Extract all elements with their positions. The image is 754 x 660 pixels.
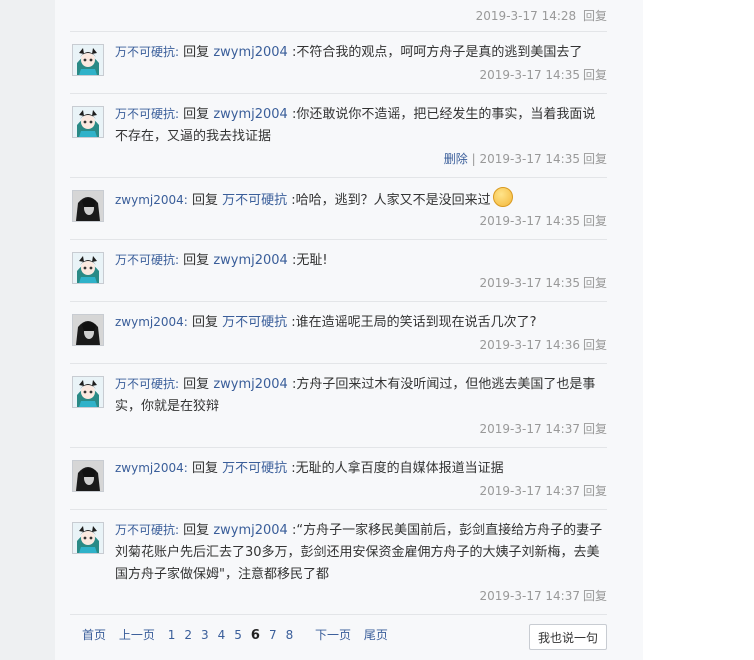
comment-item: 万不可硬抗: 回复 zwymj2004 :你还敢说你不造谣，把已经发生的事实，当…	[70, 94, 607, 178]
comment-username[interactable]: 万不可硬抗:	[115, 523, 179, 537]
reply-verb: 回复	[187, 461, 223, 476]
comment-time: 2019-3-17 14:28	[475, 9, 577, 23]
post-comment-button[interactable]: 我也说一句	[529, 624, 607, 650]
pagination: 首页 上一页 12345678 下一页 尾页	[82, 626, 397, 643]
comment-meta: 2019-3-17 14:35 回复	[70, 66, 607, 84]
page-number-link[interactable]: 1	[168, 628, 176, 642]
meta-separator: |	[467, 152, 480, 166]
comment-meta: 2019-3-17 14:35 回复	[70, 274, 607, 292]
delete-link[interactable]: 删除	[444, 152, 468, 166]
page-next-link[interactable]: 下一页	[315, 628, 351, 642]
comment-text: :哈哈，逃到？人家又不是没回来过	[287, 193, 491, 208]
reply-link[interactable]: 回复	[583, 422, 607, 436]
reply-verb: 回复	[179, 45, 214, 60]
reply-link[interactable]: 回复	[583, 68, 607, 82]
reply-target-username[interactable]: 万不可硬抗	[222, 315, 287, 330]
page-last-link[interactable]: 尾页	[364, 628, 388, 642]
comment-text: :无耻!	[287, 253, 328, 268]
reply-target-username[interactable]: zwymj2004	[213, 377, 288, 392]
comment-item: 万不可硬抗: 回复 zwymj2004 :不符合我的观点，呵呵方舟子是真的逃到美…	[70, 32, 607, 94]
comment-time: 2019-3-17 14:37	[479, 589, 580, 603]
comment-item: 万不可硬抗: 回复 zwymj2004 :“方舟子一家移民美国前后，彭剑直接给方…	[70, 510, 607, 615]
comment-time: 2019-3-17 14:37	[479, 422, 580, 436]
comment-username[interactable]: 万不可硬抗:	[115, 377, 179, 391]
reply-link[interactable]: 回复	[583, 276, 607, 290]
page-prev-link[interactable]: 上一页	[119, 628, 155, 642]
page-number-link[interactable]: 7	[269, 628, 277, 642]
reply-verb: 回复	[179, 523, 214, 538]
comment-meta: 2019-3-17 14:35 回复	[70, 212, 607, 230]
comment-time: 2019-3-17 14:35	[479, 68, 580, 82]
user-avatar-anime[interactable]	[72, 522, 104, 554]
reply-target-username[interactable]: zwymj2004	[213, 45, 288, 60]
comment-item: 万不可硬抗: 回复 zwymj2004 :方舟子回来过木有没听闻过，但他逃去美国…	[70, 364, 607, 448]
reply-link[interactable]: 回复	[583, 338, 607, 352]
comment-time: 2019-3-17 14:35	[479, 276, 580, 290]
previous-comment-meta: 2019-3-17 14:28 回复	[70, 7, 607, 25]
reply-link[interactable]: 回复	[583, 589, 607, 603]
reply-link[interactable]: 回复	[583, 9, 607, 23]
comment-username[interactable]: zwymj2004:	[115, 193, 188, 207]
user-avatar-anime[interactable]	[72, 106, 104, 138]
comment-text: :谁在造谣呢王局的笑话到现在说舌几次了?	[287, 315, 537, 330]
right-background	[643, 0, 754, 660]
reply-target-username[interactable]: zwymj2004	[213, 107, 288, 122]
comment-username[interactable]: zwymj2004:	[115, 315, 188, 329]
reply-link[interactable]: 回复	[583, 484, 607, 498]
comment-meta: 2019-3-17 14:37 回复	[70, 420, 607, 438]
comment-time: 2019-3-17 14:36	[479, 338, 580, 352]
page-number-link[interactable]: 4	[218, 628, 226, 642]
reply-link[interactable]: 回复	[583, 214, 607, 228]
user-avatar-anime[interactable]	[72, 376, 104, 408]
comment-item: zwymj2004: 回复 万不可硬抗 :谁在造谣呢王局的笑话到现在说舌几次了?…	[70, 302, 607, 364]
comment-meta: 2019-3-17 14:36 回复	[70, 336, 607, 354]
page-number-link: 6	[250, 628, 260, 643]
reply-link[interactable]: 回复	[583, 152, 607, 166]
reply-target-username[interactable]: zwymj2004	[213, 523, 288, 538]
comment-username[interactable]: 万不可硬抗:	[115, 253, 179, 267]
comment-time: 2019-3-17 14:37	[479, 484, 580, 498]
smile-emoji-icon	[492, 187, 513, 207]
page-first-link[interactable]: 首页	[82, 628, 106, 642]
comment-username[interactable]: zwymj2004:	[115, 461, 188, 475]
reply-verb: 回复	[187, 193, 223, 208]
reply-verb: 回复	[179, 107, 214, 122]
reply-verb: 回复	[187, 315, 223, 330]
comment-meta: 2019-3-17 14:37 回复	[70, 587, 607, 605]
reply-verb: 回复	[179, 377, 214, 392]
comment-item: 万不可硬抗: 回复 zwymj2004 :无耻! 2019-3-17 14:35 回…	[70, 240, 607, 302]
comment-time: 2019-3-17 14:35	[479, 152, 580, 166]
page-number-link[interactable]: 8	[286, 628, 294, 642]
page-number-link[interactable]: 2	[184, 628, 192, 642]
page-number-link[interactable]: 5	[234, 628, 242, 642]
comment-meta: 2019-3-17 14:37 回复	[70, 482, 607, 500]
reply-target-username[interactable]: zwymj2004	[213, 253, 288, 268]
comment-item: zwymj2004: 回复 万不可硬抗 :哈哈，逃到？人家又不是没回来过 2019…	[70, 178, 607, 240]
reply-verb: 回复	[179, 253, 214, 268]
page-number-link[interactable]: 3	[201, 628, 209, 642]
comment-meta: 删除 | 2019-3-17 14:35 回复	[70, 150, 607, 168]
comment-username[interactable]: 万不可硬抗:	[115, 107, 179, 121]
comment-username[interactable]: 万不可硬抗:	[115, 45, 179, 59]
reply-target-username[interactable]: 万不可硬抗	[222, 193, 287, 208]
comment-item: zwymj2004: 回复 万不可硬抗 :无耻的人拿百度的自媒体报道当证据 201…	[70, 448, 607, 510]
comment-text: :无耻的人拿百度的自媒体报道当证据	[287, 461, 504, 476]
comment-text: :不符合我的观点，呵呵方舟子是真的逃到美国去了	[287, 45, 583, 60]
reply-target-username[interactable]: 万不可硬抗	[222, 461, 287, 476]
comment-time: 2019-3-17 14:35	[479, 214, 580, 228]
